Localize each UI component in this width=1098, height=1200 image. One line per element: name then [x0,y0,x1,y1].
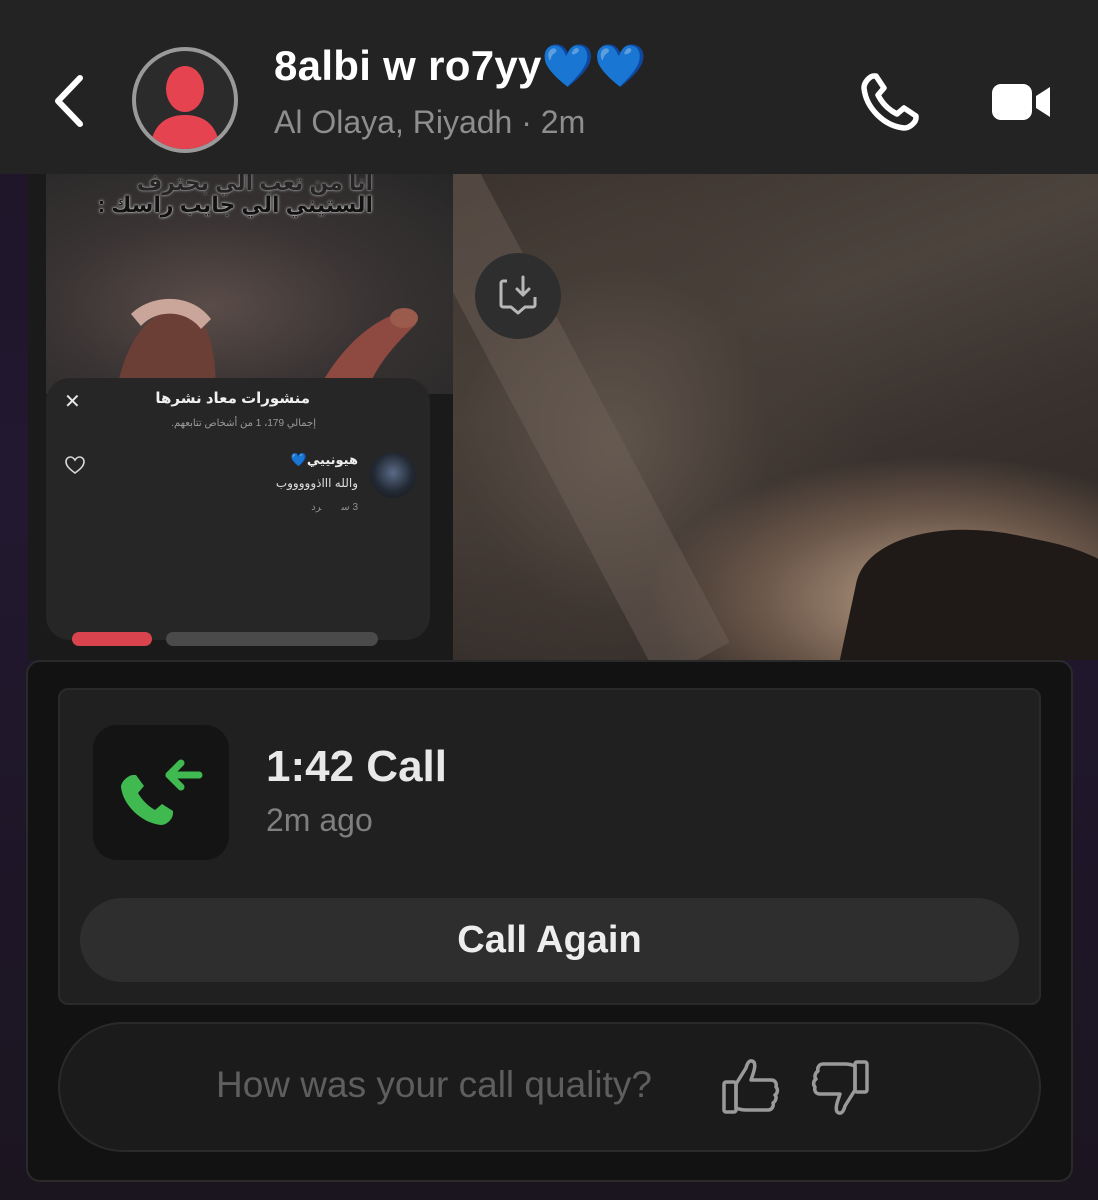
chat-header: 8albi w ro7yy💙💙 Al Olaya, Riyadh · 2m [0,0,1098,174]
save-download-icon [499,275,537,315]
heart-outline-icon [65,456,85,474]
comment-meta: 3 س رد [291,502,358,513]
heart-icon[interactable] [64,454,86,476]
contact-name[interactable]: 8albi w ro7yy💙💙 [274,42,647,91]
thumbs-up-button[interactable] [716,1052,786,1122]
contact-avatar[interactable] [132,47,238,153]
sheet-title: منشورات معاد نشرها [155,390,310,407]
post-photo-figure [116,298,418,394]
sheet-input-pill [166,632,378,646]
thumbs-up-icon [722,1059,780,1114]
thumbs-down-button[interactable] [805,1052,875,1122]
back-button[interactable] [44,66,94,136]
phone-icon [861,73,919,131]
reposts-sheet: ✕ منشورات معاد نشرها إجمالي 179، 1 من أش… [46,378,430,646]
call-time-ago: 2m ago [266,802,373,838]
video-call-button[interactable] [978,62,1058,142]
sheet-action-pill [72,632,152,646]
comment-age: 3 س [341,502,358,513]
call-duration-title: 1:42 Call [266,742,447,791]
commenter-name: هيونييي💙 [290,452,358,467]
person-silhouette-icon [150,66,220,149]
call-again-button[interactable]: Call Again [80,898,1019,982]
call-quality-prompt: How was your call quality? [216,1064,652,1105]
close-icon[interactable]: ✕ [64,392,84,412]
incoming-call-badge [93,725,229,860]
commenter-avatar [370,452,416,498]
location-status: Al Olaya, Riyadh · 2m [274,104,586,140]
chevron-left-icon [55,75,83,127]
post-overlay-text-2: الستيني الي جايب راسك : [97,192,373,217]
photo-hair-detail [839,504,1098,660]
photo-wall-detail [453,174,730,660]
video-camera-icon [992,84,1050,120]
sheet-subtitle: إجمالي 179، 1 من أشخاص تتابعهم. [171,418,316,429]
incoming-call-icon [121,759,203,825]
shared-photo[interactable] [453,174,1098,660]
reply-link[interactable]: رد [311,502,321,513]
save-to-chat-button[interactable] [475,253,561,339]
comment-text: والله اااذوووووب [275,476,358,490]
voice-call-button[interactable] [850,62,930,142]
thumbs-down-icon [811,1060,869,1115]
